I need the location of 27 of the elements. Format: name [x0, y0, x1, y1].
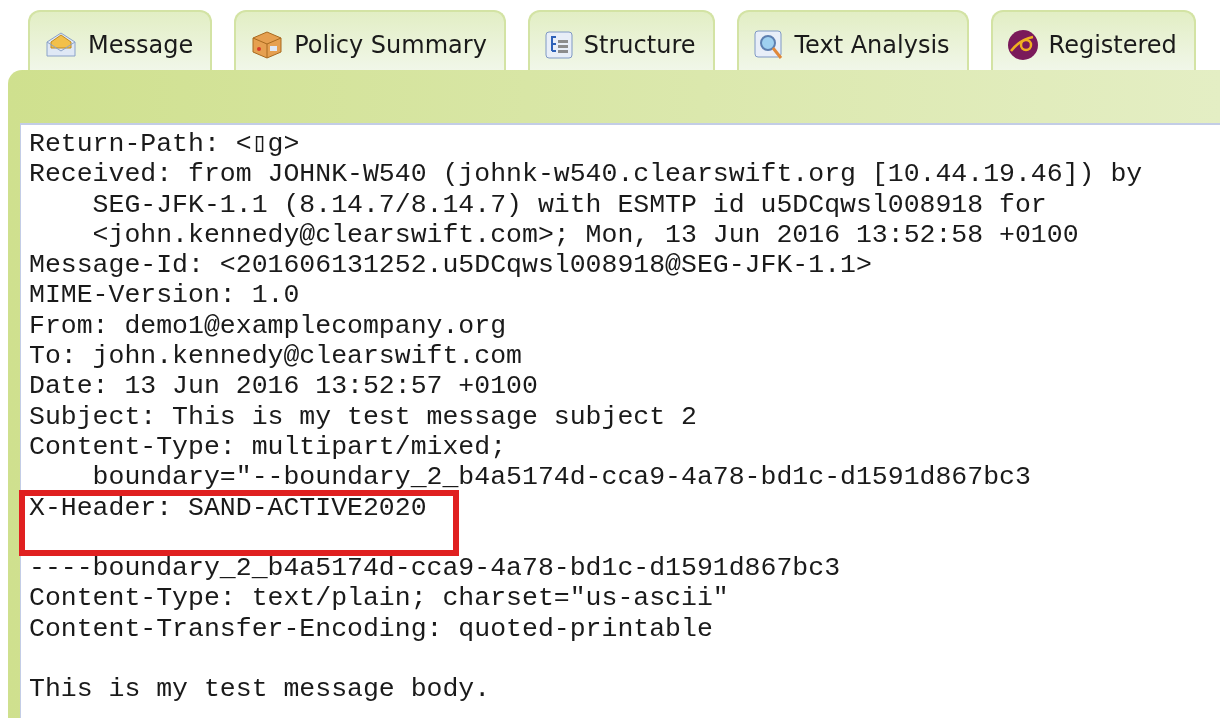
header-line: Content-Transfer-Encoding: quoted-printable: [29, 613, 714, 645]
tab[interactable]: Registered: [990, 10, 1196, 70]
header-line: X-Header: SAND-ACTIVE2020: [29, 492, 428, 523]
tab[interactable]: Message: [28, 10, 213, 70]
envelope-icon: [44, 30, 78, 60]
header-line: Content-Type: multipart/mixed;: [29, 431, 508, 463]
tree-structure-icon: [543, 30, 574, 60]
tab[interactable]: Policy Summary: [234, 10, 506, 70]
header-line: Message-Id: <201606131252.u5DCqwsl008918@SEG-JFK-1.1>: [29, 250, 873, 281]
header-line: SEG-JFK-1.1 (8.14.7/8.14.7) with ESMTP id u5DCqwsl008918 for: [91, 189, 1048, 220]
header-line: Content-Type: text/plain; charset="us-ascii": [29, 583, 730, 614]
header-line: boundary="--boundary_2_b4a5174d-cca9-4a78-bd1c-d1591d867bc3: [91, 462, 1032, 493]
package-icon: [250, 30, 285, 60]
header-line: Return-Path: <▯g>: [29, 129, 301, 160]
header-line: From: demo1@examplecompany.org: [29, 310, 508, 342]
header-line: Received: from JOHNK-W540 (johnk-w540.clearswift.org [10.44.19.46]) by: [29, 159, 1144, 190]
tab[interactable]: Structure: [527, 10, 715, 70]
header-line: To: john.kennedy@clearswift.com: [29, 341, 523, 372]
header-line: ----boundary_2_b4a5174d-cca9-4a78-bd1c-d1591d867bc3: [29, 553, 842, 584]
magnifier-document-icon: [752, 29, 785, 61]
header-line: <john.kennedy@clearswift.com>; Mon, 13 Jun 2016 13:52:58 +0100: [91, 219, 1080, 251]
header-line: MIME-Version: 1.0: [29, 280, 301, 311]
header-line: Date: 13 Jun 2016 13:52:57 +0100: [29, 371, 539, 402]
at-sign-icon: [1006, 29, 1039, 61]
tab[interactable]: Text Analysis: [736, 10, 969, 70]
header-line: Subject: This is my test message subject 2: [29, 401, 698, 432]
header-line: This is my test message body.: [29, 674, 492, 705]
